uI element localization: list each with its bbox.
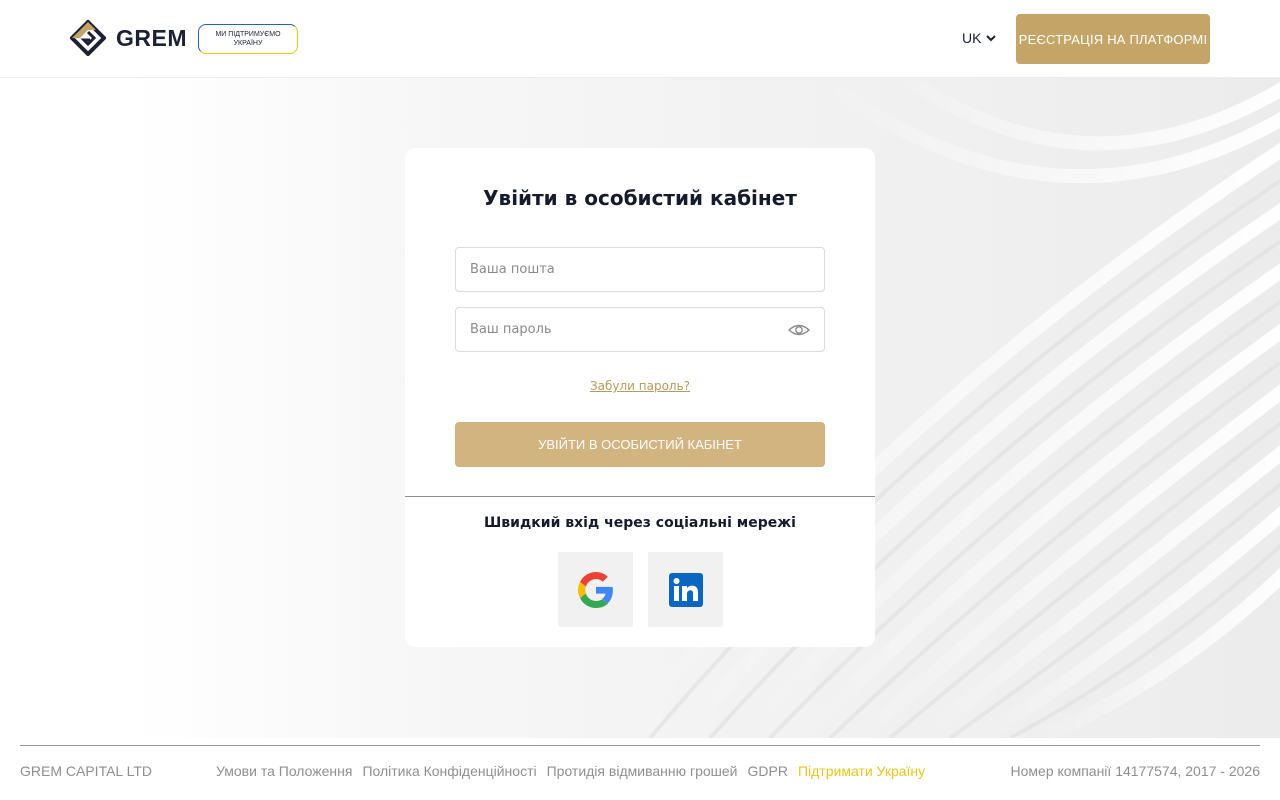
badge-line-2: УКРАЇНУ bbox=[233, 40, 263, 47]
footer-link-privacy[interactable]: Політика Конфіденційності bbox=[362, 763, 536, 779]
social-login-title: Швидкий вхід через соціальні мережі bbox=[484, 515, 796, 531]
footer-link-aml[interactable]: Протидія відмиванню грошей bbox=[547, 763, 738, 779]
logo-text: GREM bbox=[116, 24, 187, 51]
register-button[interactable]: РЕЄСТРАЦІЯ НА ПЛАТФОРМІ bbox=[1016, 14, 1210, 64]
email-input[interactable] bbox=[456, 248, 824, 291]
language-label: UK bbox=[962, 30, 982, 46]
chevron-down-icon bbox=[986, 35, 997, 42]
footer-link-terms[interactable]: Умови та Положення bbox=[216, 763, 352, 779]
password-field-wrapper bbox=[455, 307, 825, 352]
footer-registration: Номер компанії 14177574, 2017 - 2026 bbox=[1010, 763, 1260, 779]
linkedin-icon bbox=[668, 572, 703, 607]
footer-link-support-ukraine[interactable]: Підтримати Україну bbox=[798, 763, 925, 779]
logo[interactable]: GREM bbox=[70, 20, 187, 56]
linkedin-login-button[interactable] bbox=[648, 552, 723, 627]
language-selector[interactable]: UK bbox=[962, 30, 997, 46]
google-login-button[interactable] bbox=[558, 552, 633, 627]
badge-line-1: МИ ПІДТРИМУЄМО bbox=[215, 31, 281, 38]
footer: GREM CAPITAL LTD Умови та Положення Полі… bbox=[20, 763, 1260, 783]
email-field-wrapper bbox=[455, 247, 825, 292]
login-submit-button[interactable]: УВІЙТИ В ОСОБИСТИЙ КАБІНЕТ bbox=[455, 422, 825, 467]
login-card: Увійти в особистий кабінет Забули пароль… bbox=[405, 148, 875, 647]
grem-logo-icon bbox=[70, 20, 106, 56]
footer-company: GREM CAPITAL LTD bbox=[20, 763, 152, 779]
eye-icon[interactable] bbox=[788, 321, 810, 339]
password-input[interactable] bbox=[456, 308, 824, 351]
footer-links: Умови та Положення Політика Конфіденційн… bbox=[216, 763, 925, 779]
ukraine-support-badge: МИ ПІДТРИМУЄМО УКРАЇНУ bbox=[198, 24, 298, 54]
google-icon bbox=[577, 571, 613, 608]
login-title: Увійти в особистий кабінет bbox=[483, 186, 797, 210]
footer-link-gdpr[interactable]: GDPR bbox=[748, 763, 788, 779]
footer-divider bbox=[20, 745, 1260, 746]
forgot-password-link[interactable]: Забули пароль? bbox=[405, 379, 875, 393]
divider bbox=[405, 496, 875, 497]
header: GREM МИ ПІДТРИМУЄМО УКРАЇНУ UK РЕЄСТРАЦІ… bbox=[0, 0, 1280, 78]
